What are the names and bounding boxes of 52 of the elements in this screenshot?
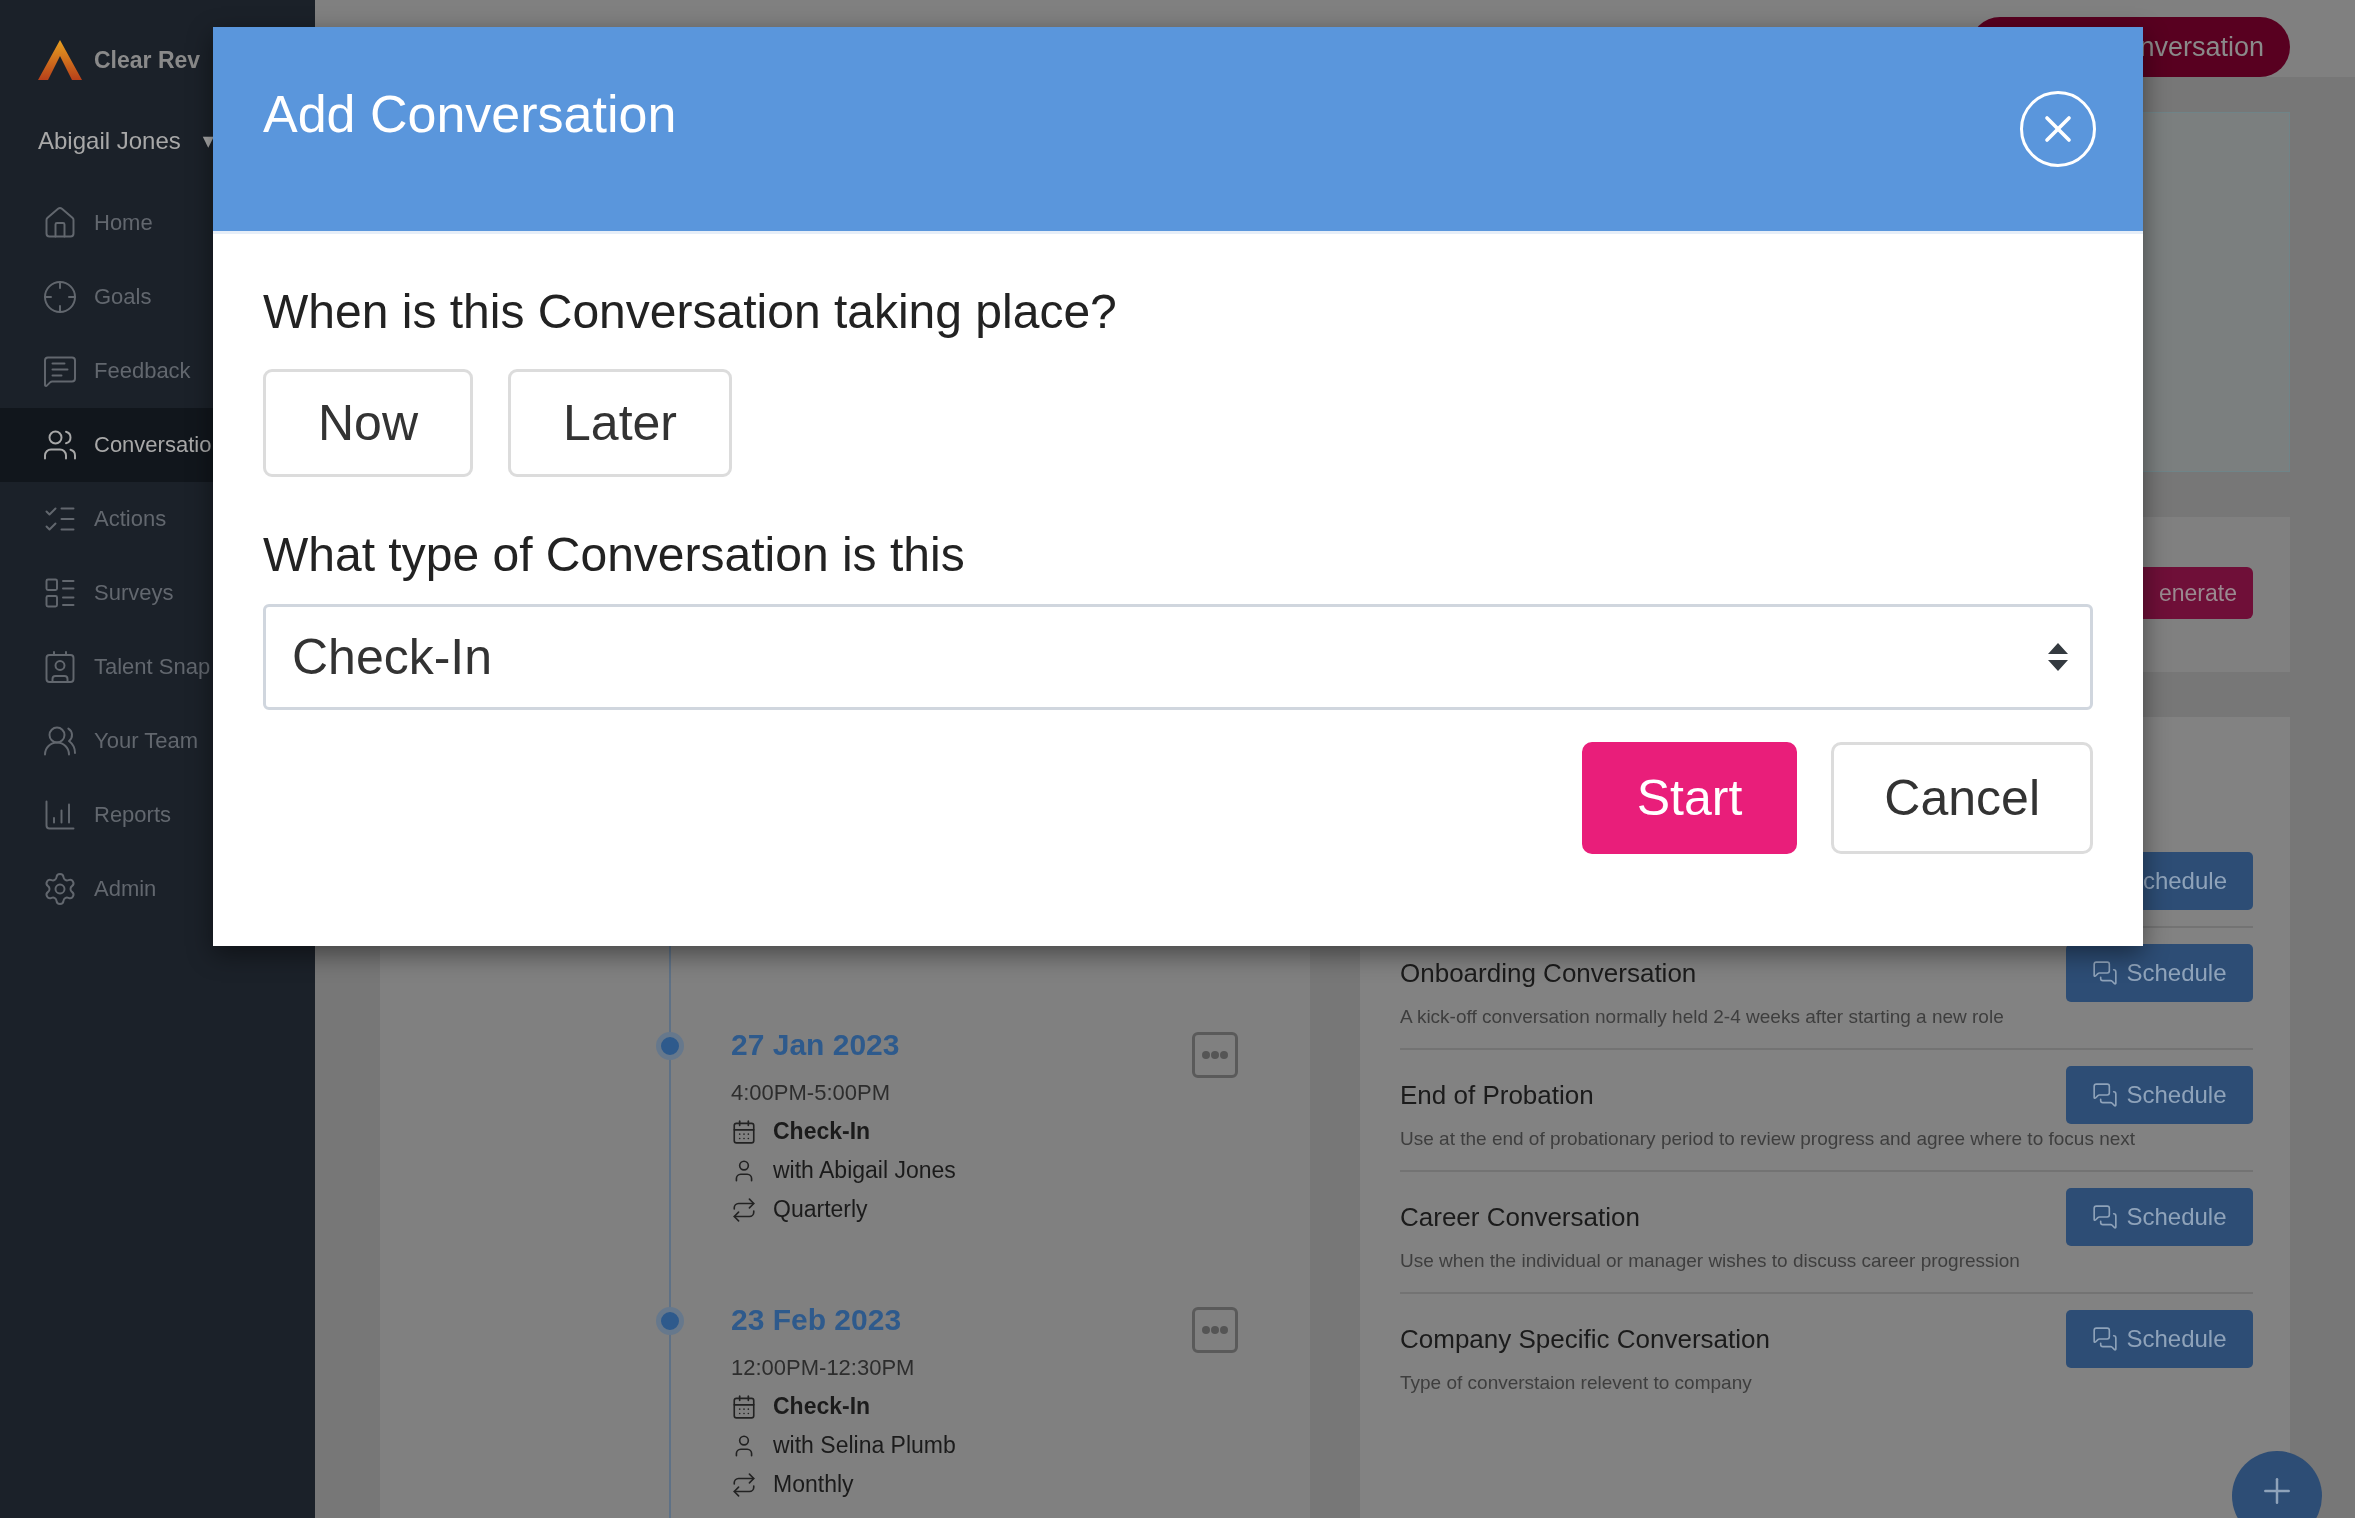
conversation-type: Check-In bbox=[773, 1118, 871, 1145]
type-question: What type of Conversation is this bbox=[263, 527, 966, 582]
conversation-date: 23 Feb 2023 bbox=[731, 1303, 902, 1337]
conversation-type-description: Use at the end of probationary period to review progress and agree where to focus next bbox=[1400, 1128, 2137, 1150]
schedule-button[interactable]: Schedule bbox=[2066, 1188, 2253, 1246]
conversation-time: 12:00PM-12:30PM bbox=[731, 1355, 916, 1381]
cancel-button[interactable]: Cancel bbox=[1831, 742, 2093, 854]
start-button[interactable]: Start bbox=[1581, 742, 1798, 854]
conversation-participant: with Selina Plumb bbox=[773, 1432, 956, 1459]
add-button[interactable] bbox=[2232, 1451, 2322, 1518]
conversation-type-description: Type of converstaion relevent to company bbox=[1400, 1372, 1753, 1394]
nav-item[interactable]: Reports bbox=[0, 778, 315, 852]
brand-name: Clear Rev bbox=[94, 46, 201, 74]
sort-arrows-icon bbox=[2048, 643, 2068, 671]
conversation-type-title: Career Conversation bbox=[1400, 1201, 1640, 1233]
chat-icon bbox=[2092, 1082, 2119, 1108]
schedule-button[interactable]: Schedule bbox=[2066, 1066, 2253, 1124]
type-select[interactable]: Check-In bbox=[263, 604, 2093, 710]
caret-icon[interactable]: ▾ bbox=[202, 128, 214, 154]
conversation-time: 4:00PM-5:00PM bbox=[731, 1080, 891, 1106]
when-option-button[interactable]: Now bbox=[263, 369, 474, 477]
chat-icon bbox=[2092, 1326, 2119, 1352]
close-button[interactable] bbox=[2020, 91, 2096, 167]
conversation-type-title: End of Probation bbox=[1400, 1079, 1594, 1111]
nav-item[interactable]: Admin bbox=[0, 852, 315, 926]
ellipsis-icon bbox=[1202, 1051, 1228, 1059]
calendar-icon bbox=[731, 1393, 757, 1420]
schedule-button[interactable]: Schedule bbox=[2066, 944, 2253, 1002]
when-option-button[interactable]: Later bbox=[508, 369, 732, 477]
conversation-type-title: Onboarding Conversation bbox=[1400, 957, 1697, 989]
more-button[interactable] bbox=[1192, 1032, 1238, 1078]
user-name[interactable]: Abigail Jones bbox=[38, 127, 181, 155]
calendar-icon bbox=[731, 1118, 757, 1145]
conversation-participant: with Abigail Jones bbox=[773, 1157, 956, 1184]
chat-icon bbox=[2092, 960, 2119, 986]
repeat-icon bbox=[731, 1196, 757, 1223]
conversation-type-description: Use when the individual or manager wishes to discuss career progression bbox=[1400, 1250, 2021, 1272]
nav-item[interactable]: Home bbox=[0, 186, 315, 260]
conversation-frequency: Quarterly bbox=[773, 1196, 868, 1223]
chat-icon bbox=[2092, 1204, 2119, 1230]
more-button[interactable] bbox=[1192, 1307, 1238, 1353]
schedule-button[interactable]: Schedule bbox=[2066, 1310, 2253, 1368]
repeat-icon bbox=[731, 1471, 757, 1498]
conversation-date: 27 Jan 2023 bbox=[731, 1028, 900, 1062]
conversation-type-title: Company Specific Conversation bbox=[1400, 1323, 1770, 1355]
conversation-type: Check-In bbox=[773, 1393, 871, 1420]
dialog-title: Add Conversation bbox=[263, 84, 677, 144]
conversation-type-description: A kick-off conversation normally held 2-4 weeks after starting a new role bbox=[1400, 1006, 2005, 1028]
ellipsis-icon bbox=[1202, 1326, 1228, 1334]
conversation-frequency: Monthly bbox=[773, 1471, 854, 1498]
crosshair-icon bbox=[42, 279, 78, 315]
logo-icon bbox=[38, 40, 82, 80]
